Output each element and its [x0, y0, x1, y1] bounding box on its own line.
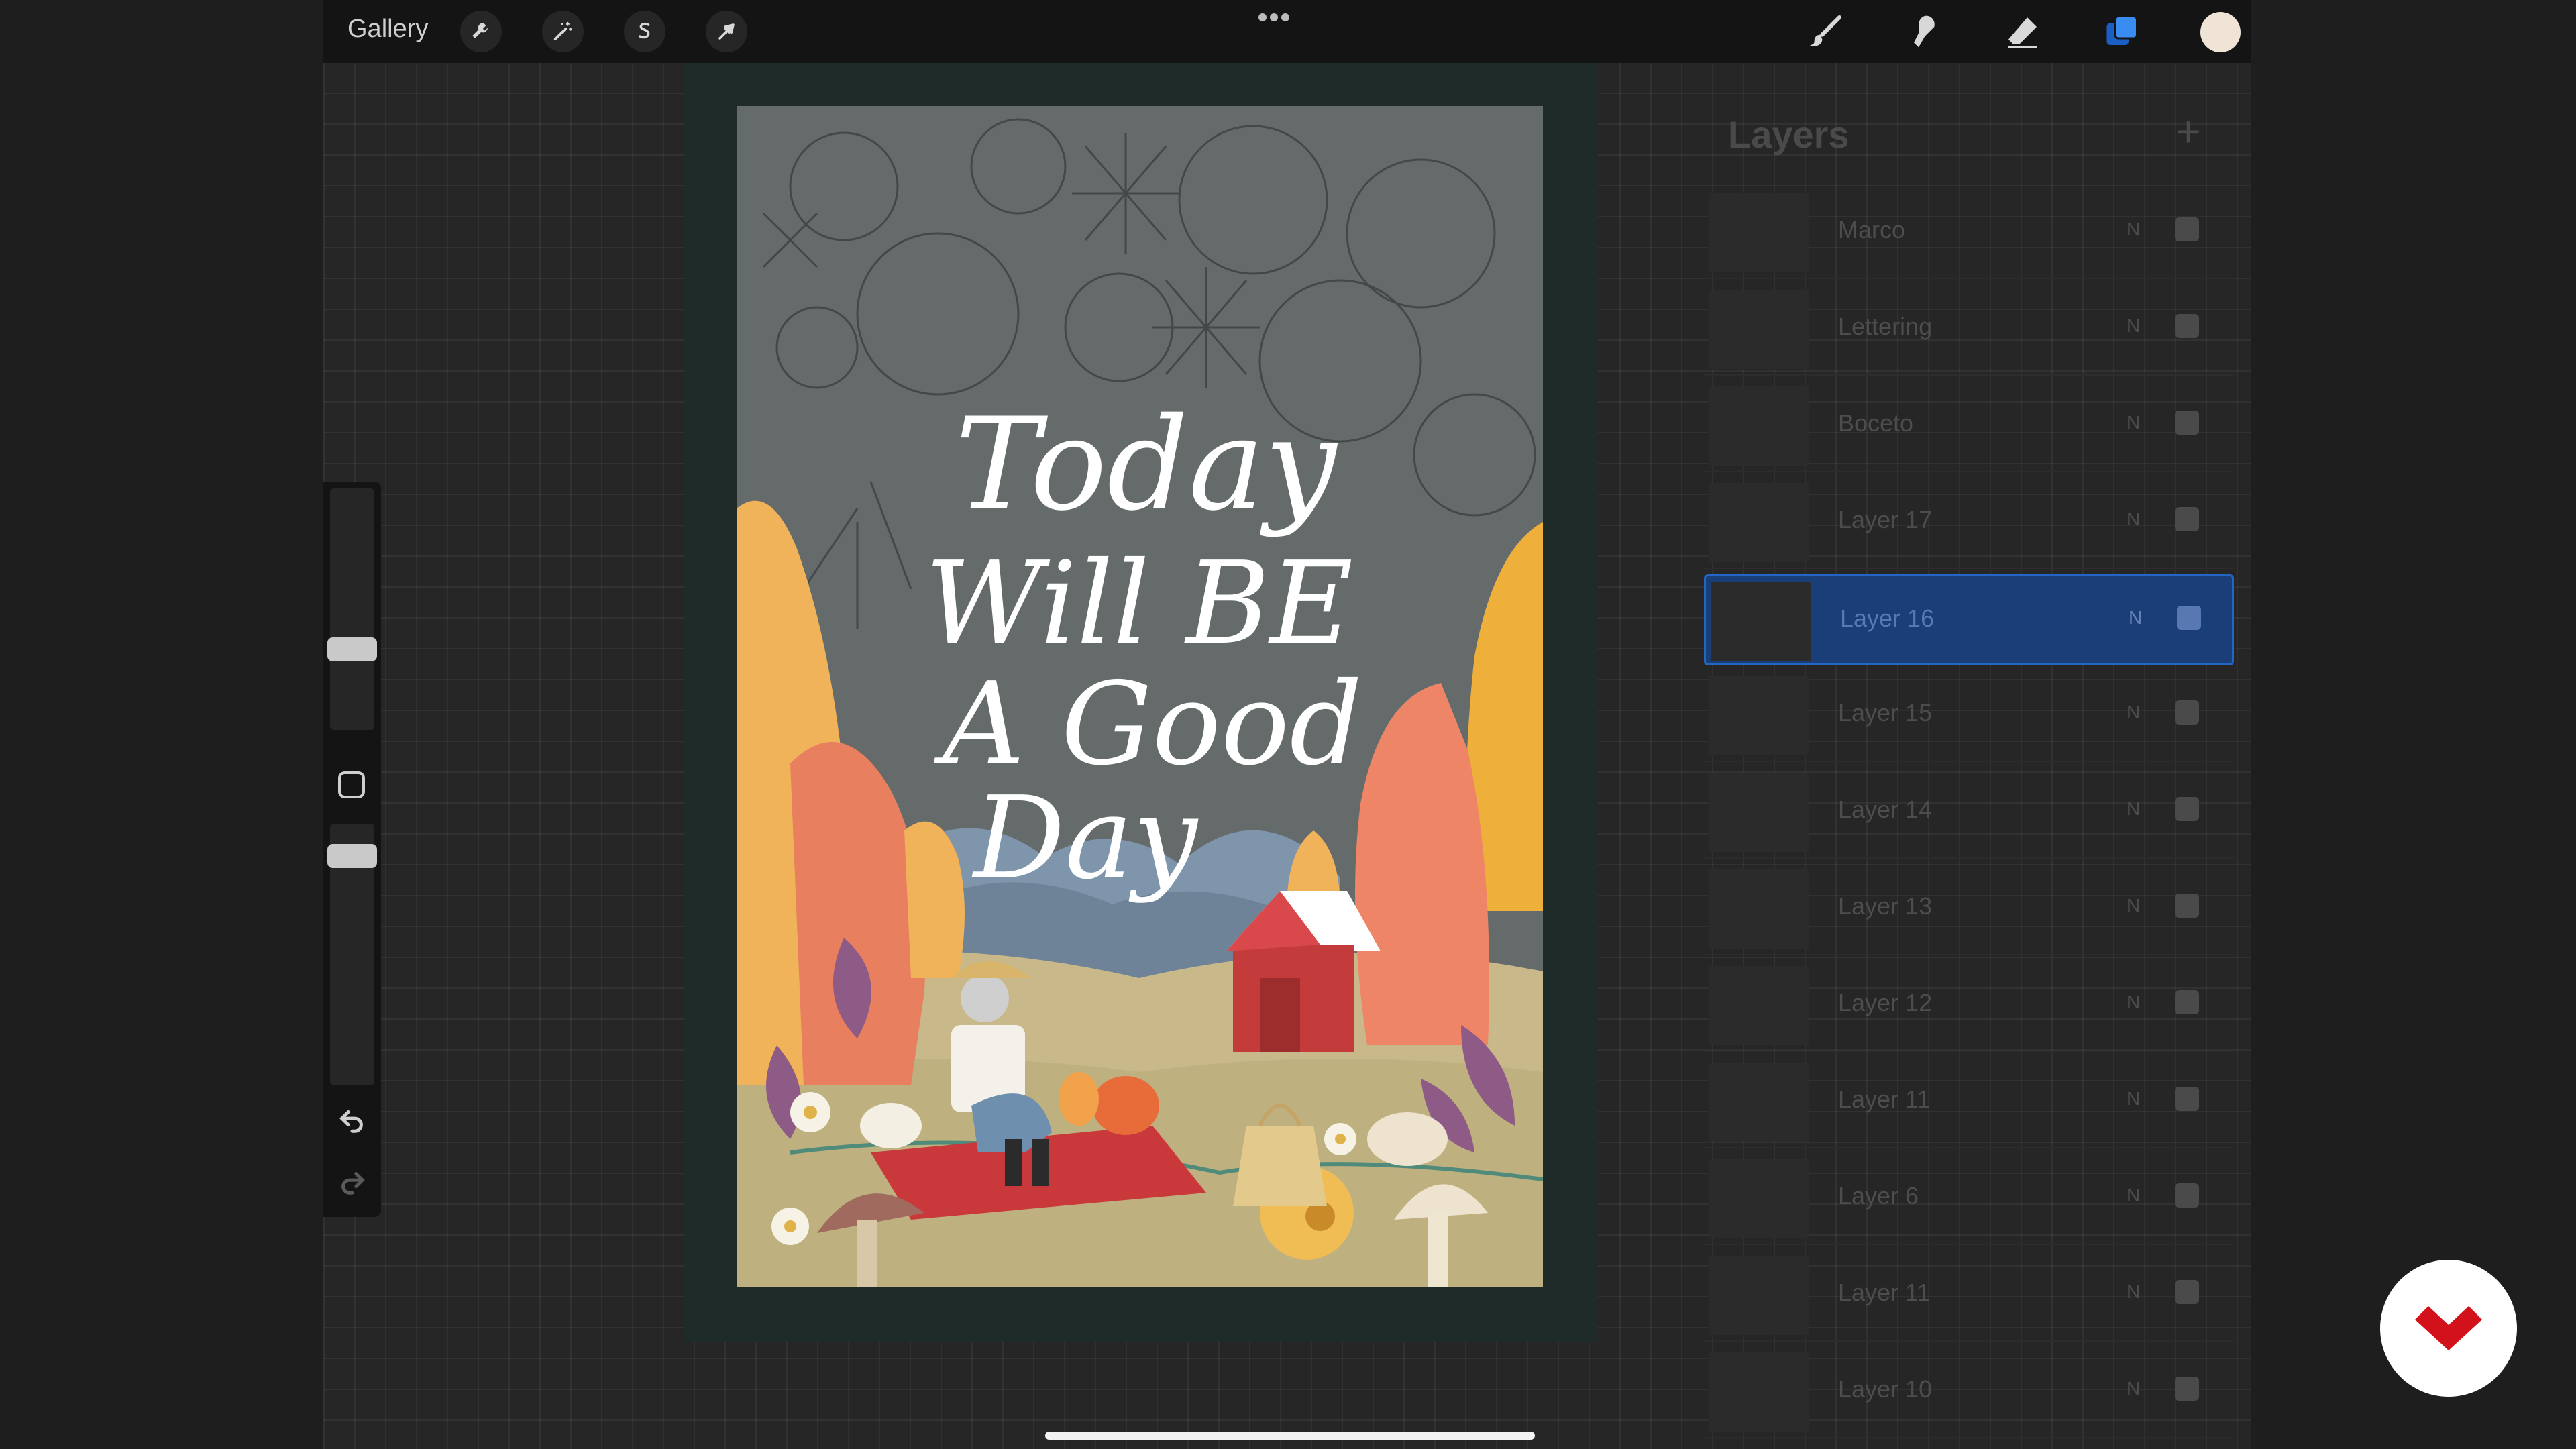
blend-mode-button[interactable]: N [2127, 508, 2140, 530]
layer-name: Layer 17 [1838, 506, 1933, 533]
layer-row[interactable]: Lettering N [1704, 284, 2234, 376]
undo-icon[interactable] [337, 1104, 368, 1135]
layer-visibility-checkbox[interactable] [2175, 411, 2199, 435]
layer-row[interactable]: Boceto N [1704, 381, 2234, 472]
layer-visibility-checkbox[interactable] [2175, 217, 2199, 241]
lettering-line-3: A Good [934, 658, 1362, 791]
layer-row[interactable]: Layer 14 N [1704, 767, 2234, 859]
layer-thumbnail [1709, 966, 1809, 1045]
color-picker-swatch[interactable] [2200, 12, 2241, 52]
layer-row[interactable]: Marco N [1704, 188, 2234, 279]
layers-title: Layers [1728, 113, 1849, 156]
layer-thumbnail [1709, 386, 1809, 466]
blend-mode-button[interactable]: N [2127, 895, 2140, 916]
lettering-line-4: Day [971, 772, 1199, 905]
blend-mode-button[interactable]: N [2127, 1185, 2140, 1206]
layer-visibility-checkbox[interactable] [2175, 507, 2199, 531]
layers-icon[interactable] [2100, 9, 2144, 54]
gallery-button[interactable]: Gallery [347, 15, 428, 44]
layer-visibility-checkbox[interactable] [2175, 1280, 2199, 1304]
layer-thumbnail [1709, 1352, 1809, 1432]
brand-logo-mark [2415, 1306, 2482, 1350]
layer-name: Layer 11 [1838, 1279, 1931, 1306]
home-indicator[interactable] [1045, 1432, 1535, 1440]
layer-visibility-checkbox[interactable] [2175, 700, 2199, 724]
left-sidebar [323, 482, 381, 1217]
layers-panel: Layers + Marco N Lettering N Boceto N Layer 17… [1704, 101, 2234, 1449]
layer-row[interactable]: Layer 16 N [1704, 574, 2234, 665]
layer-thumbnail [1709, 483, 1809, 562]
layer-row[interactable]: Layer 11 N [1704, 1250, 2234, 1342]
brand-logo [2380, 1260, 2517, 1397]
layer-visibility-checkbox[interactable] [2175, 1377, 2199, 1401]
layer-visibility-checkbox[interactable] [2175, 314, 2199, 338]
layer-name: Lettering [1838, 313, 1933, 340]
blend-mode-button[interactable]: N [2127, 1281, 2140, 1303]
document-canvas[interactable]: Today Will BE A Good Day [684, 63, 1598, 1342]
layer-visibility-checkbox[interactable] [2175, 894, 2199, 918]
modify-button[interactable] [338, 771, 365, 798]
artwork: Today Will BE A Good Day [737, 106, 1543, 1287]
layer-visibility-checkbox[interactable] [2175, 797, 2199, 821]
layer-thumbnail [1709, 1063, 1809, 1142]
transform-arrow-icon[interactable] [706, 11, 747, 52]
layer-row[interactable]: Layer 13 N [1704, 864, 2234, 955]
wrench-icon[interactable] [460, 11, 502, 52]
blend-mode-button[interactable]: N [2127, 1088, 2140, 1110]
top-toolbar: Gallery [323, 0, 2251, 63]
smudge-icon[interactable] [1901, 9, 1945, 54]
blend-mode-button[interactable]: N [2129, 607, 2142, 629]
layer-visibility-checkbox[interactable] [2177, 606, 2201, 630]
layer-name: Layer 6 [1838, 1182, 1919, 1210]
opacity-slider[interactable] [327, 844, 377, 868]
layer-row[interactable]: Layer 11 N [1704, 1057, 2234, 1148]
layer-name: Layer 12 [1838, 989, 1933, 1016]
layer-name: Layer 14 [1838, 796, 1933, 823]
brush-icon[interactable] [1803, 9, 1847, 54]
more-options-icon[interactable] [1257, 12, 1291, 23]
layer-name: Boceto [1838, 409, 1914, 437]
add-layer-button[interactable]: + [2169, 110, 2207, 153]
layer-thumbnail [1709, 773, 1809, 852]
blend-mode-button[interactable]: N [2127, 798, 2140, 820]
blend-mode-button[interactable]: N [2127, 219, 2140, 240]
layer-visibility-checkbox[interactable] [2175, 1087, 2199, 1111]
layer-row[interactable]: Layer 6 N [1704, 1154, 2234, 1245]
selection-s-icon[interactable] [624, 11, 665, 52]
layer-visibility-checkbox[interactable] [2175, 1183, 2199, 1208]
blend-mode-button[interactable]: N [2127, 1378, 2140, 1399]
layer-thumbnail [1709, 193, 1809, 272]
layer-thumbnail [1709, 676, 1809, 755]
lettering-line-1: Today [955, 390, 1338, 539]
layer-thumbnail [1711, 582, 1811, 661]
layer-name: Layer 15 [1838, 699, 1933, 727]
layer-thumbnail [1709, 290, 1809, 369]
brush-size-slider[interactable] [327, 637, 377, 661]
layer-row[interactable]: Layer 10 N [1704, 1347, 2234, 1438]
layer-row[interactable]: Layer 17 N [1704, 478, 2234, 569]
lettering-line-2: Will BE [925, 537, 1353, 670]
redo-icon[interactable] [337, 1166, 368, 1197]
layer-name: Layer 16 [1840, 604, 1935, 632]
layer-thumbnail [1709, 1159, 1809, 1238]
layer-name: Layer 10 [1838, 1375, 1933, 1403]
layer-thumbnail [1709, 1256, 1809, 1335]
layer-row[interactable]: Layer 12 N [1704, 961, 2234, 1052]
layer-name: Layer 11 [1838, 1085, 1931, 1113]
brush-size-track[interactable] [330, 488, 374, 730]
magic-wand-icon[interactable] [542, 11, 584, 52]
layer-thumbnail [1709, 869, 1809, 949]
blend-mode-button[interactable]: N [2127, 412, 2140, 433]
blend-mode-button[interactable]: N [2127, 991, 2140, 1013]
eraser-icon[interactable] [2000, 9, 2045, 54]
layer-name: Layer 13 [1838, 892, 1933, 920]
layer-visibility-checkbox[interactable] [2175, 990, 2199, 1014]
blend-mode-button[interactable]: N [2127, 315, 2140, 337]
layer-name: Marco [1838, 216, 1906, 244]
blend-mode-button[interactable]: N [2127, 702, 2140, 723]
layer-row[interactable]: Layer 15 N [1704, 671, 2234, 762]
